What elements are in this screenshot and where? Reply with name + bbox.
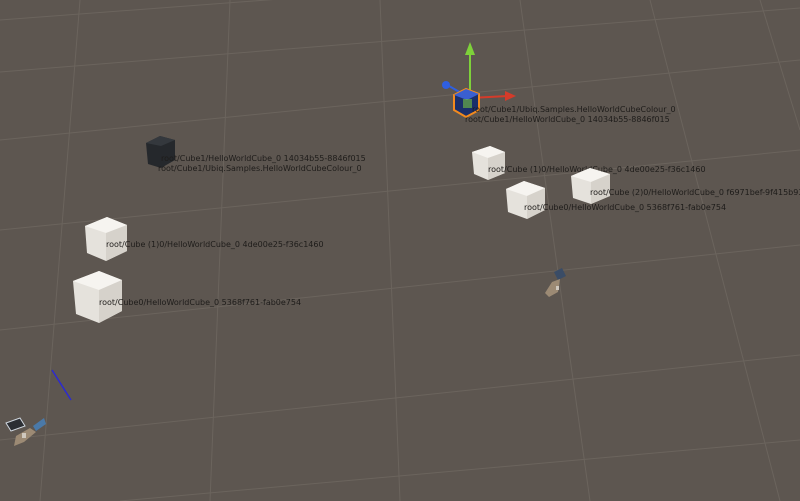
scene-viewport[interactable]: root/Cube1/Ubiq.Samples.HelloWorldCubeCo… bbox=[0, 0, 800, 501]
cube-1-middle[interactable] bbox=[472, 146, 505, 180]
gizmo-cube-label-2: root/Cube1/HelloWorldCube_0 14034b55-884… bbox=[465, 115, 670, 124]
cube-0-left-label: root/Cube0/HelloWorldCube_0 5368f761-fab… bbox=[99, 298, 301, 307]
z-axis-arrow-icon[interactable] bbox=[442, 81, 450, 89]
dark-cube-label-2: root/Cube1/Ubiq.Samples.HelloWorldCubeCo… bbox=[158, 164, 362, 173]
plane-handle-icon[interactable] bbox=[463, 99, 472, 108]
cube-1-left-label: root/Cube (1)0/HelloWorldCube_0 4de00e25… bbox=[106, 240, 324, 249]
cube-2-right-label: root/Cube (2)0/HelloWorldCube_0 f6971bef… bbox=[590, 188, 800, 197]
dark-cube-label-1: root/Cube1/HelloWorldCube_0 14034b55-884… bbox=[161, 154, 366, 163]
cube-0-middle-label: root/Cube0/HelloWorldCube_0 5368f761-fab… bbox=[524, 203, 726, 212]
gizmo-cube-label-1: root/Cube1/Ubiq.Samples.HelloWorldCubeCo… bbox=[472, 105, 676, 114]
